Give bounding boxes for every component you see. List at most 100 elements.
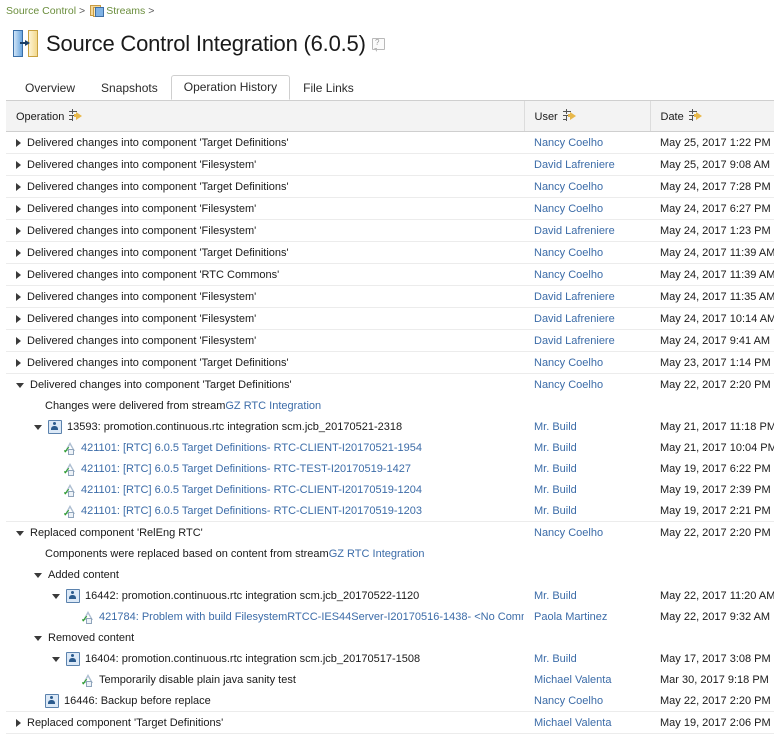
cell-operation: Delivered changes into component 'Target… [6,351,524,374]
breadcrumb-item-streams[interactable]: Streams [106,5,145,17]
sort-filter-icon[interactable] [562,108,578,122]
collapse-triangle-icon[interactable] [16,383,24,388]
changeset-link[interactable]: 421101: [RTC] 6.0.5 Target Definitions [81,463,267,475]
cell-date [650,395,774,416]
tab-file-links[interactable]: File Links [290,76,367,100]
collapse-triangle-icon[interactable] [34,573,42,578]
collapse-triangle-icon[interactable] [34,636,42,641]
expand-triangle-icon[interactable] [16,160,21,169]
user-link[interactable]: Nancy Coelho [534,527,603,539]
sort-filter-icon[interactable] [69,108,84,122]
operation-text: 16404: promotion.continuous.rtc integrat… [85,652,421,665]
cell-date: May 25, 2017 1:22 PM [650,131,774,154]
column-header-operation[interactable]: Operation [6,101,524,132]
cell-date [650,543,774,564]
expand-triangle-icon[interactable] [16,270,21,279]
expand-triangle-icon[interactable] [16,204,21,213]
expander-placeholder [34,697,39,705]
expand-triangle-icon[interactable] [16,336,21,345]
cell-operation: ✓ 421101: [RTC] 6.0.5 Target Definitions … [6,458,524,479]
table-row: Added content [6,564,774,585]
expand-triangle-icon[interactable] [16,182,21,191]
user-link[interactable]: Nancy Coelho [534,137,603,149]
cell-user: Michael Valenta [524,669,650,690]
expand-triangle-icon[interactable] [16,226,21,235]
changeset-icon: ✓ [63,504,76,518]
cell-user: David Lafreniere [524,307,650,330]
cell-date [650,627,774,648]
collapse-triangle-icon[interactable] [16,531,24,536]
expand-triangle-icon[interactable] [16,292,21,301]
user-link[interactable]: David Lafreniere [534,291,615,303]
user-link[interactable]: Nancy Coelho [534,181,603,193]
cell-date: May 24, 2017 7:28 PM [650,175,774,198]
cell-user: Nancy Coelho [524,131,650,154]
user-link[interactable]: Paola Martinez [534,611,607,623]
cell-operation: Removed content [6,627,524,648]
collapse-triangle-icon[interactable] [52,594,60,599]
user-link[interactable]: Nancy Coelho [534,357,603,369]
user-link[interactable]: Michael Valenta [534,717,611,729]
cell-user: Nancy Coelho [524,197,650,220]
changeset-suffix: - RTC-TEST-I20170519-1427 [266,462,411,475]
changeset-link[interactable]: 421784: Problem with build FilesystemRTC… [99,611,467,623]
user-link[interactable]: Mr. Build [534,463,577,475]
cell-user: Mr. Build [524,437,650,458]
user-link[interactable]: Michael Valenta [534,674,611,686]
changeset-suffix: - RTC-CLIENT-I20170519-1203 [266,504,422,517]
breadcrumb-separator-2: > [148,5,155,17]
user-link[interactable]: Mr. Build [534,484,577,496]
column-header-operation-label: Operation [16,110,65,123]
breadcrumb-item-source-control[interactable]: Source Control [6,5,76,17]
collapse-triangle-icon[interactable] [34,425,42,430]
sort-filter-icon[interactable] [688,108,704,122]
expand-triangle-icon[interactable] [16,718,21,727]
operation-text: 16446: Backup before replace [64,694,211,707]
user-link[interactable]: David Lafreniere [534,225,615,237]
expand-triangle-icon[interactable] [16,314,21,323]
changeset-icon: ✓ [63,483,76,497]
cell-operation: Components were replaced based on conten… [6,543,524,564]
stream-link[interactable]: GZ RTC Integration [329,548,425,560]
user-link[interactable]: David Lafreniere [534,313,615,325]
changeset-icon: ✓ [63,462,76,476]
column-header-date[interactable]: Date [649,101,774,132]
table-row: Replaced component 'Target Definitions' M… [6,711,774,734]
changeset-link[interactable]: 421101: [RTC] 6.0.5 Target Definitions [81,505,267,517]
cell-operation: Delivered changes into component 'Target… [6,374,524,396]
user-link[interactable]: Mr. Build [534,590,577,602]
table-row: Delivered changes into component 'Filesy… [6,307,774,330]
expand-triangle-icon[interactable] [16,138,21,147]
tab-operation-history[interactable]: Operation History [170,75,291,100]
user-link[interactable]: Mr. Build [534,421,577,433]
tab-snapshots[interactable]: Snapshots [88,76,171,100]
cell-operation: Changes were delivered from stream GZ RT… [6,395,524,416]
cell-user: Nancy Coelho [524,351,650,374]
cell-date: May 24, 2017 11:35 AM [650,285,774,308]
user-link[interactable]: David Lafreniere [534,159,615,171]
user-link[interactable]: Mr. Build [534,653,577,665]
stream-link[interactable]: GZ RTC Integration [225,400,321,412]
table-row: Delivered changes into component 'Target… [6,374,774,396]
cell-date: May 21, 2017 10:04 PM [660,441,774,454]
user-link[interactable]: David Lafreniere [534,335,615,347]
changeset-link[interactable]: 421101: [RTC] 6.0.5 Target Definitions [81,442,267,454]
changeset-link[interactable]: 421101: [RTC] 6.0.5 Target Definitions [81,484,267,496]
user-link[interactable]: Nancy Coelho [534,379,603,391]
help-question-icon[interactable]: ? [371,37,385,52]
user-link[interactable]: Nancy Coelho [534,269,603,281]
cell-user [524,395,650,416]
user-link[interactable]: Nancy Coelho [534,695,603,707]
expand-triangle-icon[interactable] [16,358,21,367]
collapse-triangle-icon[interactable] [52,657,60,662]
cell-date: May 23, 2017 1:14 PM [650,351,774,374]
expand-triangle-icon[interactable] [16,248,21,257]
user-link[interactable]: Nancy Coelho [534,203,603,215]
user-link[interactable]: Nancy Coelho [534,247,603,259]
user-link[interactable]: Mr. Build [534,442,577,454]
table-row: 13593: promotion.continuous.rtc integrat… [6,416,774,437]
tab-overview[interactable]: Overview [12,76,88,100]
user-link[interactable]: Mr. Build [534,505,577,517]
column-header-user[interactable]: User [523,101,650,132]
cell-operation: Delivered changes into component 'Filesy… [6,307,524,330]
